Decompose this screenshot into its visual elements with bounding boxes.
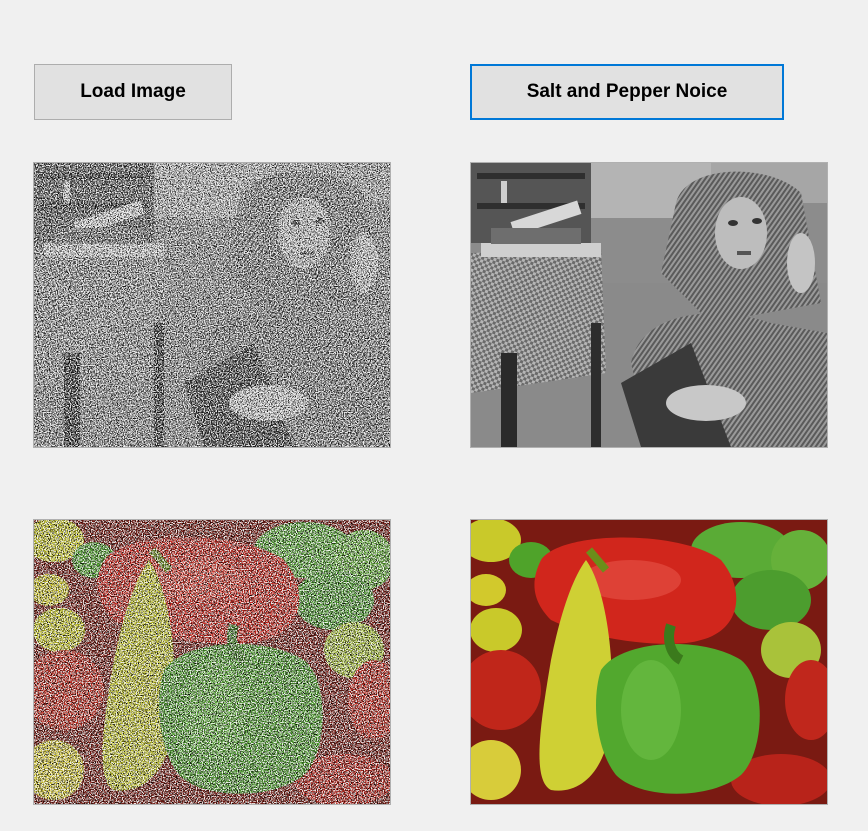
picture-box-color-clean bbox=[470, 519, 828, 805]
salt-and-pepper-noise-button[interactable]: Salt and Pepper Noice bbox=[470, 64, 784, 120]
picture-box-gray-noisy bbox=[33, 162, 391, 448]
load-image-button[interactable]: Load Image bbox=[34, 64, 232, 120]
gray-noisy-image bbox=[34, 163, 390, 447]
salt-and-pepper-noise-button-label: Salt and Pepper Noice bbox=[526, 81, 728, 102]
load-image-button-label: Load Image bbox=[80, 81, 186, 102]
picture-box-gray-clean bbox=[470, 162, 828, 448]
gray-clean-image bbox=[471, 163, 827, 447]
picture-box-color-noisy bbox=[33, 519, 391, 805]
color-clean-image bbox=[471, 520, 827, 804]
color-noisy-image bbox=[34, 520, 390, 804]
